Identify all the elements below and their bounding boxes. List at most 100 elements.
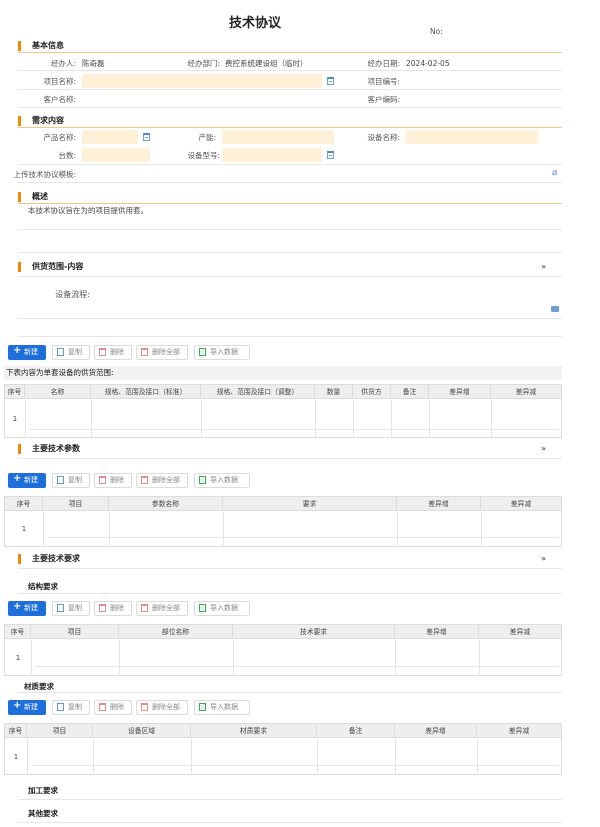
calendar-icon[interactable] (327, 77, 334, 85)
section-marker (18, 444, 21, 454)
copy-button[interactable]: 复制 (52, 473, 90, 488)
new-button-label: 新建 (24, 348, 38, 356)
equipment-flow-label: 设备流程: (55, 290, 90, 299)
copy-icon (57, 476, 64, 484)
chevron-double-down-icon[interactable]: » (541, 553, 546, 565)
row-divider (18, 70, 562, 71)
product-name-input[interactable] (82, 130, 138, 144)
dept-label: 经办部门: (187, 59, 220, 68)
delete-button[interactable]: 删除 (94, 345, 132, 360)
image-icon[interactable] (551, 306, 559, 312)
section-title: 基本信息 (32, 41, 64, 50)
date-value: 2024-02-05 (406, 59, 450, 68)
col-header: 备注 (391, 385, 429, 399)
overview-text[interactable]: 本技术协议旨在为的项目提供用套。 (28, 205, 148, 217)
trash-all-icon (141, 604, 148, 612)
calendar-icon[interactable] (143, 133, 150, 141)
col-divider (479, 640, 480, 676)
date-label: 经办日期: (367, 59, 400, 68)
delete-all-button[interactable]: 删除全部 (136, 473, 188, 488)
chevron-double-down-icon[interactable]: » (541, 261, 546, 273)
import-icon (199, 348, 206, 356)
col-divider (391, 400, 392, 438)
import-button-label: 导入数据 (210, 348, 238, 356)
col-header: 名称 (25, 385, 91, 399)
row-number: 1 (13, 753, 19, 761)
other-requirements-label: 其他要求 (28, 809, 58, 818)
new-button-label: 新建 (24, 476, 38, 484)
import-button-label: 导入数据 (210, 604, 238, 612)
copy-button[interactable]: 复制 (52, 700, 90, 715)
col-header: 部位名称 (119, 625, 233, 639)
col-divider (429, 400, 430, 438)
copy-icon (57, 604, 64, 612)
plus-icon: + (13, 601, 22, 612)
input-underline (47, 537, 559, 538)
col-divider (201, 400, 202, 438)
row-number: 1 (12, 415, 18, 423)
col-divider (109, 512, 110, 547)
import-button[interactable]: 导入数据 (194, 700, 250, 715)
col-header: 供货方 (353, 385, 391, 399)
delete-all-button[interactable]: 删除全部 (136, 345, 188, 360)
col-divider (315, 400, 316, 438)
col-header: 差异减 (509, 628, 531, 636)
equipment-name-input[interactable] (406, 130, 538, 144)
row-divider (18, 318, 562, 319)
delete-all-button-label: 删除全部 (152, 476, 180, 484)
delete-button-label: 删除 (110, 703, 124, 711)
calendar-icon[interactable] (327, 151, 334, 159)
section-divider (18, 52, 562, 53)
new-button[interactable]: + 新建 (8, 601, 46, 616)
col-header: 序号 (5, 724, 27, 738)
col-header: 序号 (5, 497, 43, 511)
delete-all-button[interactable]: 删除全部 (136, 601, 188, 616)
col-divider (395, 640, 396, 676)
unit-count-input[interactable] (82, 148, 150, 162)
copy-button[interactable]: 复制 (52, 601, 90, 616)
import-button[interactable]: 导入数据 (194, 345, 250, 360)
row-divider (18, 229, 562, 230)
copy-icon (57, 703, 64, 711)
equipment-name-label: 设备名称: (367, 133, 400, 142)
chevron-double-down-icon[interactable]: » (541, 443, 546, 455)
col-header: 规格、范围及接口（调整） (201, 385, 315, 399)
import-button[interactable]: 导入数据 (194, 473, 250, 488)
col-header: 备注 (317, 724, 395, 738)
project-code-label: 项目编号: (367, 77, 400, 86)
row-divider (18, 336, 562, 337)
col-divider (395, 739, 396, 775)
col-header: 规格、范围及接口（标准） (91, 385, 201, 399)
new-button[interactable]: + 新建 (8, 473, 46, 488)
copy-button[interactable]: 复制 (52, 345, 90, 360)
delete-button[interactable]: 删除 (94, 601, 132, 616)
trash-all-icon (141, 476, 148, 484)
table-header: 序号 项目 设备区域 材质要求 备注 差异增 差异减 (5, 724, 561, 738)
model-input[interactable] (222, 148, 322, 162)
dept-value: 费控系统建设组（临时） (225, 59, 308, 68)
delete-button[interactable]: 删除 (94, 473, 132, 488)
row-divider (18, 822, 562, 823)
delete-button[interactable]: 删除 (94, 700, 132, 715)
processing-requirements-label: 加工要求 (28, 786, 58, 795)
project-name-input[interactable] (82, 74, 322, 88)
new-button[interactable]: + 新建 (8, 345, 46, 360)
delete-all-button[interactable]: 删除全部 (136, 700, 188, 715)
col-header: 差异增 (397, 497, 481, 511)
delete-all-button-label: 删除全部 (152, 348, 180, 356)
capacity-input[interactable] (222, 130, 334, 144)
new-button[interactable]: + 新建 (8, 700, 46, 715)
row-divider (18, 107, 562, 108)
section-tech-requirements: 主要技术要求 » (18, 553, 562, 567)
tech-agreement-page: 技术协议 No: 基本信息 经办人: 陈奇磊 经办部门: 费控系统建设组（临时）… (0, 0, 600, 827)
import-button[interactable]: 导入数据 (194, 601, 250, 616)
delete-button-label: 删除 (110, 476, 124, 484)
copy-icon (57, 348, 64, 356)
project-name-label: 项目名称: (43, 77, 76, 86)
paperclip-icon[interactable]: ⌀ (552, 168, 560, 178)
col-header: 设备区域 (93, 724, 191, 738)
new-button-label: 新建 (24, 604, 38, 612)
row-divider (18, 593, 562, 594)
col-divider (397, 512, 398, 547)
supply-table: 序号 名称 规格、范围及接口（标准） 规格、范围及接口（调整） 数量 供货方 备… (4, 384, 562, 438)
